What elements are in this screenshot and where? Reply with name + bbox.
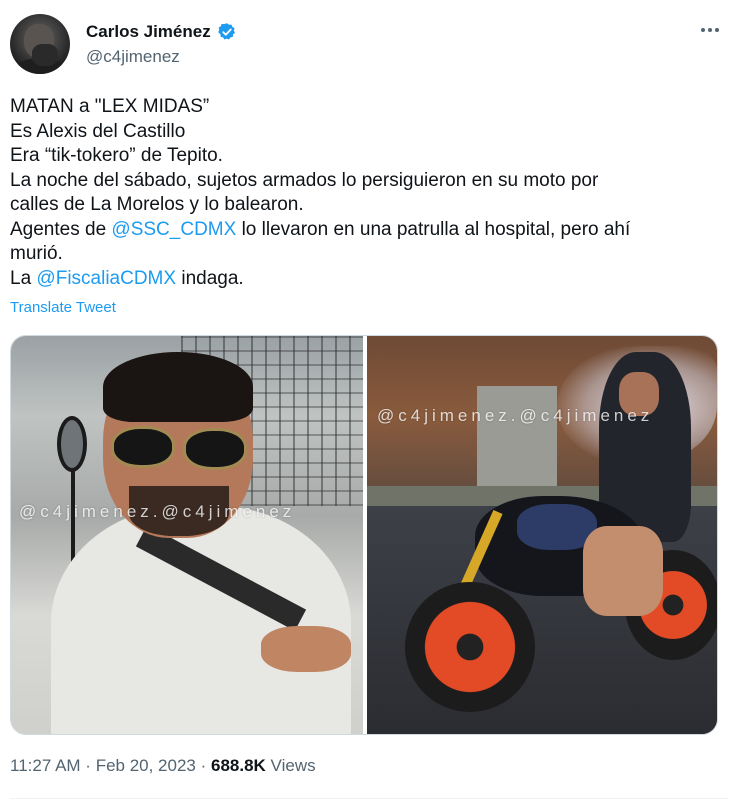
more-dot [715, 28, 719, 32]
media-photo-right[interactable]: @c4jimenez.@c4jimenez [367, 336, 717, 734]
author-display-name[interactable]: Carlos Jiménez [86, 22, 211, 42]
tweet-time[interactable]: 11:27 AM [10, 756, 81, 775]
verified-badge-icon [217, 22, 237, 42]
author-name-row: Carlos Jiménez [86, 20, 237, 44]
person-hair [103, 352, 253, 422]
mention-link-fiscalia[interactable]: @FiscaliaCDMX [36, 268, 176, 289]
tweet-line: La @FiscaliaCDMX indaga. [10, 267, 728, 292]
more-dot [708, 28, 712, 32]
tweet-line: murió. [10, 243, 63, 264]
translate-tweet-link[interactable]: Translate Tweet [10, 299, 116, 316]
rider-leg [583, 526, 663, 616]
tweet-text: MATAN a "LEX MIDAS” Es Alexis del Castil… [10, 95, 728, 291]
tweet-line: Es Alexis del Castillo [10, 120, 186, 142]
views-label: Views [265, 756, 316, 775]
tweet-meta: 11:27 AM · Feb 20, 2023 · 688.8K Views [10, 756, 316, 776]
meta-separator: · [195, 756, 211, 775]
tweet-line: La noche del sábado, sujetos armados lo … [10, 169, 599, 191]
hoodie [51, 506, 351, 734]
meta-separator: · [80, 756, 96, 775]
tweet-text-segment: lo llevaron en una patrulla al hospital,… [236, 218, 631, 240]
views-count[interactable]: 688.8K [211, 756, 266, 775]
watermark-text: @c4jimenez.@c4jimenez [377, 406, 654, 425]
motorcycle-front-wheel [405, 582, 535, 712]
tweet-line: calles de La Morelos y lo balearon. [10, 194, 304, 215]
tweet-line: Era “tik-tokero” de Tepito. [10, 145, 223, 166]
divider [10, 798, 728, 799]
avatar-hand [32, 44, 58, 66]
mention-link-ssc[interactable]: @SSC_CDMX [111, 219, 236, 240]
tweet-media: @c4jimenez.@c4jimenez @c4jimenez.@c4jime… [10, 335, 718, 735]
motorcycle-mirror [57, 416, 87, 472]
author-avatar[interactable] [10, 14, 70, 74]
author-handle[interactable]: @c4jimenez [86, 47, 180, 67]
tweet-text-segment: La [10, 267, 37, 289]
sunglasses-right-lens [183, 428, 247, 470]
more-dot [701, 28, 705, 32]
media-photo-left[interactable]: @c4jimenez.@c4jimenez [11, 336, 363, 734]
tweet-text-segment: indaga. [176, 267, 244, 289]
watermark-text: @c4jimenez.@c4jimenez [19, 502, 296, 521]
tweet-header: Carlos Jiménez @c4jimenez [10, 14, 728, 76]
background-door [477, 386, 557, 486]
sunglasses-left-lens [111, 426, 175, 468]
tweet-date[interactable]: Feb 20, 2023 [96, 756, 196, 775]
tweet-card: Carlos Jiménez @c4jimenez MATAN a "LEX M… [0, 0, 738, 807]
tweet-text-segment: Agentes de [10, 218, 112, 240]
person-hand [261, 626, 351, 672]
more-options-icon[interactable] [696, 20, 724, 40]
tweet-line: MATAN a "LEX MIDAS” [10, 96, 210, 117]
tweet-line: Agentes de @SSC_CDMX lo llevaron en una … [10, 218, 728, 243]
